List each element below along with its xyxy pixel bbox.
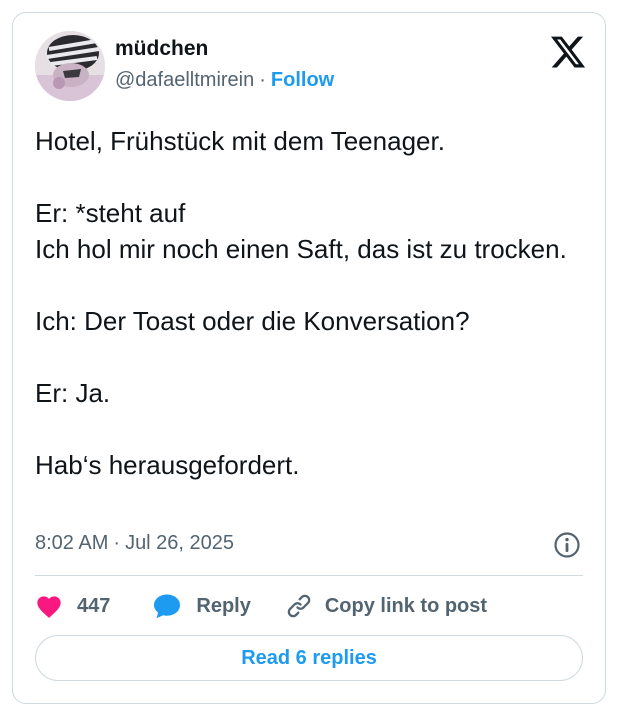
tweet-text: Hotel, Frühstück mit dem Teenager. Er: *… [35,123,585,483]
heart-icon [37,596,61,618]
copy-link-label: Copy link to post [324,594,488,617]
avatar[interactable] [35,31,105,101]
info-icon[interactable] [553,531,581,559]
tweet-paragraph: Hotel, Frühstück mit dem Teenager. [35,123,585,159]
tweet-paragraph: Er: Ja. [35,375,585,411]
like-count: 447 [77,594,111,617]
reply-button[interactable]: Reply [152,592,251,620]
tweet-line: Hotel, Frühstück mit dem Teenager. [35,126,445,156]
tweet-timestamp[interactable]: 8:02 AM · Jul 26, 2025 [35,532,234,555]
copy-link-button[interactable]: Copy link to post [285,592,487,620]
reply-label: Reply [196,594,251,617]
separator-dot: · [259,69,266,91]
separator-dot: · [113,532,121,554]
speech-bubble-icon [154,594,181,619]
follow-link[interactable]: Follow [271,69,334,91]
tweet-paragraph: Ich: Der Toast oder die Konversation? [35,303,585,339]
tweet-card: müdchen @dafaelltmirein · Follow Hotel, Fr… [12,12,606,704]
tweet-paragraph: Hab‘s herausgefordert. [35,447,585,483]
x-logo-icon[interactable] [549,33,587,71]
tweet-line: Hab‘s herausgefordert. [35,450,300,480]
tweet-time: 8:02 AM [35,532,109,554]
read-replies-button[interactable]: Read 6 replies [35,635,583,681]
action-bar: 447 Reply Copy link to post [35,589,487,623]
author-handle-line: @dafaelltmirein · Follow [115,69,334,92]
tweet-line: Ich hol mir noch einen Saft, das ist zu … [35,234,567,264]
tweet-line: Ich: Der Toast oder die Konversation? [35,306,470,336]
tweet-paragraph: Er: *steht auf Ich hol mir noch einen Saf… [35,195,585,267]
author-handle[interactable]: @dafaelltmirein [115,69,254,91]
like-button[interactable]: 447 [35,593,110,619]
tweet-line: Er: *steht auf [35,198,186,228]
link-icon [287,594,311,618]
divider [35,575,583,576]
tweet-date: Jul 26, 2025 [125,532,235,554]
tweet-line: Er: Ja. [35,378,111,408]
avatar-image [35,31,105,101]
author-display-name[interactable]: müdchen [115,37,208,61]
read-replies-label: Read 6 replies [241,646,377,669]
